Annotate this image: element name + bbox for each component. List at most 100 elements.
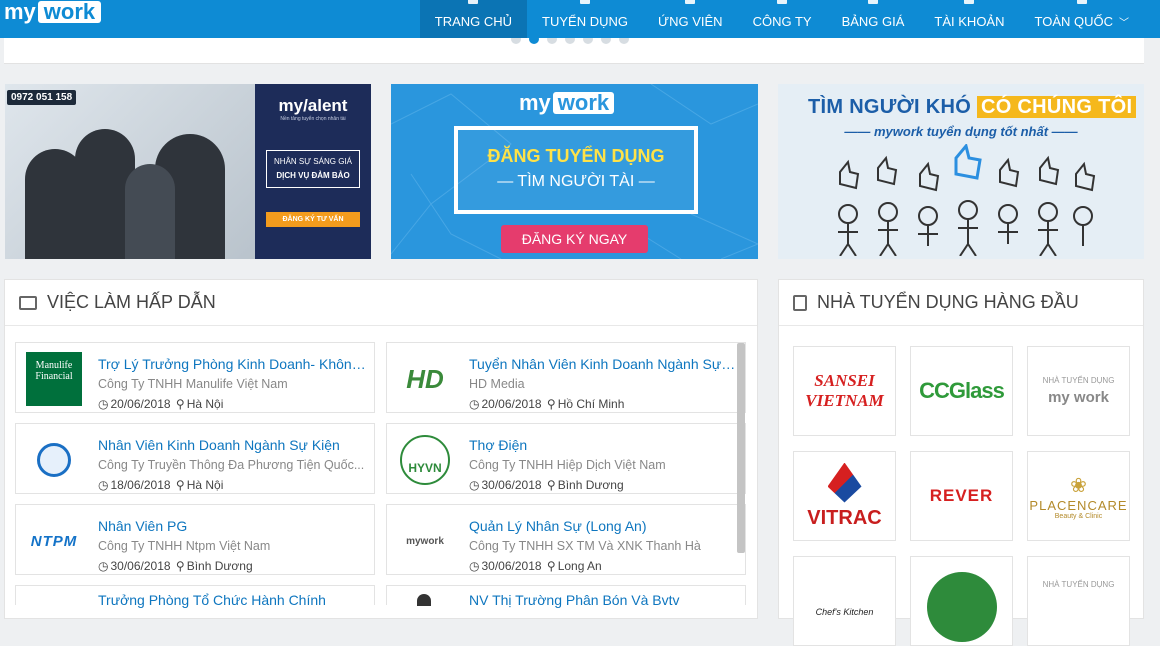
job-company: Công Ty TNHH Ntpm Việt Nam [98, 539, 271, 553]
job-title[interactable]: Nhân Viên PG [98, 518, 368, 534]
mywork-banner-logo: my work [519, 90, 615, 116]
building-icon [793, 294, 807, 311]
mytalent-banner[interactable]: 0972 051 158 my/alent Nền tảng tuyển chọ… [5, 84, 371, 259]
top-navbar: my work Trang chủ Tuyển dụng Ứng viên Cô… [0, 0, 1160, 38]
recruit-heading-a: TÌM NGƯỜI KHÓ [808, 96, 977, 118]
post-job-frame: ĐĂNG TUYỂN DỤNG — TÌM NGƯỜI TÀI — [454, 126, 698, 214]
job-location: Hà Nội [186, 478, 224, 492]
clock-icon: ◷ [469, 559, 480, 573]
nav-pricing[interactable]: Bảng giá [827, 0, 920, 38]
job-card[interactable]: NV Thị Trường Phân Bón Và Bvtv [386, 585, 746, 608]
mytalent-logo: my/alent [278, 96, 348, 115]
globe-icon [37, 443, 71, 477]
job-meta: ◷ 18/06/2018 ⚲ Hà Nội [98, 478, 225, 492]
employer-logo-mywork[interactable]: NHÀ TUYỂN DỤNG my work [1027, 346, 1130, 436]
mytalent-tagline: Nền tảng tuyển chọn nhân tài [280, 116, 346, 122]
employer-logo-rever[interactable]: REVER [910, 451, 1013, 541]
employer-logo-sansei[interactable]: SANSEI VIETNAM [793, 346, 896, 436]
job-card[interactable]: mywork Quản Lý Nhân Sự (Long An) Công Ty… [386, 504, 746, 575]
vitrac-logo-text: VITRAC [807, 506, 882, 529]
nav-account[interactable]: Tài khoản [919, 0, 1019, 38]
job-location: Bình Dương [186, 559, 253, 573]
job-title[interactable]: NV Thị Trường Phân Bón Và Bvtv [469, 592, 739, 608]
ccglass-logo-text: CCGlass [919, 378, 1005, 403]
employer-logo-vitrac[interactable]: VITRAC [793, 451, 896, 541]
job-title[interactable]: Thợ Điện [469, 437, 739, 453]
top-employers-title: Nhà tuyển dụng hàng đầu [817, 292, 1079, 312]
mywork-placeholder-logo: mywork [397, 513, 453, 569]
job-card[interactable]: Trưởng Phòng Tổ Chức Hành Chính [15, 585, 375, 608]
job-title[interactable]: Tuyển Nhân Viên Kinh Doanh Ngành Sự K... [469, 356, 739, 372]
employer-logo-ccglass[interactable]: CCGlass [910, 346, 1013, 436]
pin-icon: ⚲ [175, 397, 185, 411]
job-title[interactable]: Trưởng Phòng Tổ Chức Hành Chính [98, 592, 368, 608]
job-date: 30/06/2018 [110, 559, 171, 573]
featured-jobs-title: Việc làm hấp dẫn [47, 292, 216, 312]
job-card[interactable]: NTPM Nhân Viên PG Công Ty TNHH Ntpm Việt… [15, 504, 375, 575]
pin-icon: ⚲ [546, 478, 556, 492]
price-icon [867, 0, 878, 4]
photo-person [125, 164, 175, 259]
main-nav: Trang chủ Tuyển dụng Ứng viên Công ty Bả… [419, 0, 1145, 38]
job-date: 18/06/2018 [110, 478, 171, 492]
nav-candidates[interactable]: Ứng viên [643, 0, 738, 38]
register-consult-button[interactable]: ĐĂNG KÝ TƯ VẤN [266, 212, 360, 227]
job-title[interactable]: Trợ Lý Trưởng Phòng Kinh Doanh- Không ..… [98, 356, 368, 372]
job-date: 20/06/2018 [110, 397, 171, 411]
nav-pricing-label: Bảng giá [841, 14, 905, 29]
logo-left-text: my [4, 0, 36, 24]
register-now-button[interactable]: ĐĂNG KÝ NGAY [501, 225, 648, 253]
job-company: HD Media [469, 377, 525, 391]
phone-number: 0972 051 158 [7, 90, 77, 105]
mywork-post-banner[interactable]: my work ĐĂNG TUYỂN DỤNG — TÌM NGƯỜI TÀI … [391, 84, 758, 259]
ntpm-logo: NTPM [26, 513, 82, 569]
job-meta: ◷ 20/06/2018 ⚲ Hồ Chí Minh [469, 397, 626, 411]
ntpm-logo-text: NTPM [30, 532, 78, 550]
recruit-subheading: —— mywork tuyển dụng tốt nhất —— [844, 124, 1078, 139]
job-card[interactable]: HYVN Thợ Điện Công Ty TNHH Hiệp Dịch Việ… [386, 423, 746, 494]
jobs-scrollbar[interactable] [737, 343, 745, 553]
job-card[interactable]: Manulife Financial Trợ Lý Trưởng Phòng K… [15, 342, 375, 413]
recruit-banner[interactable]: TÌM NGƯỜI KHÓ CÓ CHÚNG TÔI —— mywork tuy… [778, 84, 1144, 259]
mywork-logo[interactable]: my work [4, 0, 102, 24]
hyvn-logo: HYVN [397, 432, 453, 488]
job-card[interactable]: Nhân Viên Kinh Doanh Ngành Sự Kiện Công … [15, 423, 375, 494]
person-logo [417, 594, 431, 606]
pin-icon: ⚲ [546, 559, 556, 573]
employer-logo-green[interactable] [910, 556, 1013, 646]
job-date: 30/06/2018 [481, 478, 542, 492]
sansei-logo-text: SANSEI VIETNAM [805, 371, 884, 410]
job-date: 20/06/2018 [481, 397, 542, 411]
clock-icon: ◷ [469, 397, 480, 411]
nav-location[interactable]: Toàn quốc ﹀ [1020, 0, 1145, 38]
mytalent-line2: DỊCH VỤ ĐẢM BẢO [276, 171, 350, 180]
nav-candidates-label: Ứng viên [658, 14, 723, 29]
hyvn-logo-text: HYVN [400, 435, 450, 485]
job-company: Công Ty Truyền Thông Đa Phương Tiện Quốc… [98, 458, 365, 472]
employer-logo-placeholder[interactable]: NHÀ TUYỂN DỤNG [1027, 556, 1130, 646]
job-title[interactable]: Quản Lý Nhân Sự (Long An) [469, 518, 739, 534]
briefcase-icon [19, 295, 37, 310]
job-card[interactable]: HD Tuyển Nhân Viên Kinh Doanh Ngành Sự K… [386, 342, 746, 413]
account-icon [964, 0, 975, 4]
job-location: Bình Dương [557, 478, 624, 492]
mywork-employer-text: my work [1048, 389, 1109, 406]
business-handshake-photo [5, 84, 255, 259]
nav-jobs-label: Tuyển dụng [542, 14, 628, 29]
job-meta: ◷ 30/06/2018 ⚲ Long An [469, 559, 604, 573]
chefs-kitchen-text: Chef's Kitchen [815, 607, 874, 617]
nav-home[interactable]: Trang chủ [419, 0, 528, 38]
nav-location-label: Toàn quốc [1034, 14, 1114, 29]
job-title[interactable]: Nhân Viên Kinh Doanh Ngành Sự Kiện [98, 437, 368, 453]
crowd-thumbs-up-illustration [838, 144, 1096, 256]
employer-logo-chefs-kitchen[interactable]: Chef's Kitchen [793, 556, 896, 646]
rever-logo-text: REVER [929, 486, 994, 505]
nav-companies[interactable]: Công ty [738, 0, 827, 38]
mytalent-side: my/alent Nền tảng tuyển chọn nhân tài NH… [255, 84, 371, 259]
nav-jobs[interactable]: Tuyển dụng [527, 0, 643, 38]
home-icon [468, 0, 479, 4]
pin-icon: ⚲ [175, 559, 185, 573]
employer-logo-placencare[interactable]: ❀ PLACENCARE Beauty & Clinic [1027, 451, 1130, 541]
recruit-heading: TÌM NGƯỜI KHÓ CÓ CHÚNG TÔI [808, 96, 1137, 119]
pin-icon: ⚲ [175, 478, 185, 492]
